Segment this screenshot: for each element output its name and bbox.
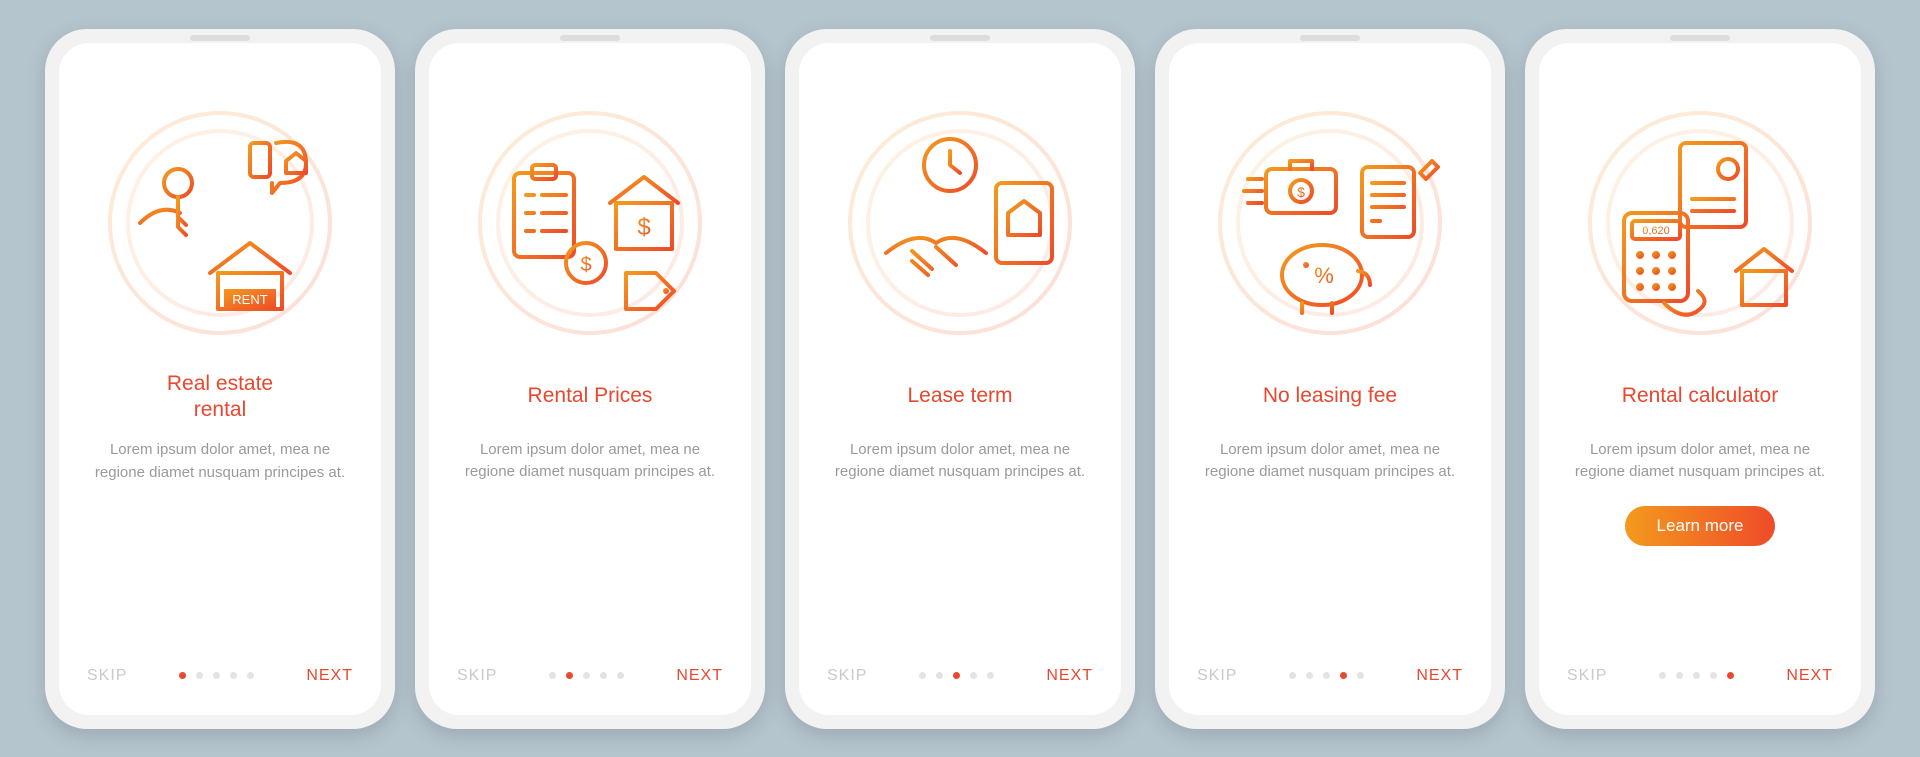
- next-button[interactable]: NEXT: [1046, 667, 1093, 685]
- dot[interactable]: [1693, 672, 1700, 679]
- dot[interactable]: [1357, 672, 1364, 679]
- dot[interactable]: [987, 672, 994, 679]
- dot[interactable]: [936, 672, 943, 679]
- next-button[interactable]: NEXT: [306, 667, 353, 685]
- dot[interactable]: [1306, 672, 1313, 679]
- dot[interactable]: [213, 672, 220, 679]
- dot[interactable]: [600, 672, 607, 679]
- phone-frame: $ $ Rental Prices Lorem ipsum dolor amet…: [415, 29, 765, 729]
- screen-title: Rental Prices: [528, 371, 653, 423]
- next-button[interactable]: NEXT: [1786, 667, 1833, 685]
- rental-prices-icon: $ $: [470, 103, 710, 343]
- pagination-dots: [1659, 672, 1734, 679]
- dot[interactable]: [919, 672, 926, 679]
- dot[interactable]: [230, 672, 237, 679]
- onboarding-screen-rental-calculator: 0,620 Rental calculator Lorem ipsum dolo…: [1539, 43, 1861, 715]
- onboarding-screen-rental-prices: $ $ Rental Prices Lorem ipsum dolor amet…: [429, 43, 751, 715]
- dot[interactable]: [179, 672, 186, 679]
- nav-bar: SKIP NEXT: [1567, 667, 1833, 685]
- dot[interactable]: [1676, 672, 1683, 679]
- dot[interactable]: [247, 672, 254, 679]
- nav-bar: SKIP NEXT: [87, 667, 353, 685]
- onboarding-screen-real-estate: RENT Real estate rental Lorem ipsum dolo…: [59, 43, 381, 715]
- svg-text:$: $: [637, 214, 650, 241]
- nav-bar: SKIP NEXT: [457, 667, 723, 685]
- no-leasing-fee-icon: $ %: [1210, 103, 1450, 343]
- skip-button[interactable]: SKIP: [457, 667, 497, 685]
- dot[interactable]: [1340, 672, 1347, 679]
- dot[interactable]: [583, 672, 590, 679]
- dot[interactable]: [549, 672, 556, 679]
- dot[interactable]: [196, 672, 203, 679]
- screen-description: Lorem ipsum dolor amet, mea ne regione d…: [90, 439, 350, 484]
- phone-frame: Lease term Lorem ipsum dolor amet, mea n…: [785, 29, 1135, 729]
- calculator-display: 0,620: [1642, 225, 1670, 237]
- pagination-dots: [919, 672, 994, 679]
- screen-description: Lorem ipsum dolor amet, mea ne regione d…: [1200, 439, 1460, 484]
- onboarding-screen-no-leasing-fee: $ % No leasing fee: [1169, 43, 1491, 715]
- phone-frame: 0,620 Rental calculator Lorem ipsum dolo…: [1525, 29, 1875, 729]
- dot[interactable]: [1323, 672, 1330, 679]
- dot[interactable]: [1727, 672, 1734, 679]
- svg-text:$: $: [580, 254, 591, 276]
- screen-title: Real estate rental: [167, 371, 273, 424]
- onboarding-screen-lease-term: Lease term Lorem ipsum dolor amet, mea n…: [799, 43, 1121, 715]
- rent-sign-text: RENT: [232, 292, 267, 307]
- skip-button[interactable]: SKIP: [1567, 667, 1607, 685]
- rental-calculator-icon: 0,620: [1580, 103, 1820, 343]
- phone-frame: RENT Real estate rental Lorem ipsum dolo…: [45, 29, 395, 729]
- lease-term-icon: [840, 103, 1080, 343]
- screen-title: No leasing fee: [1263, 371, 1397, 423]
- dot[interactable]: [566, 672, 573, 679]
- screen-description: Lorem ipsum dolor amet, mea ne regione d…: [460, 439, 720, 484]
- next-button[interactable]: NEXT: [1416, 667, 1463, 685]
- next-button[interactable]: NEXT: [676, 667, 723, 685]
- real-estate-rental-icon: RENT: [100, 103, 340, 343]
- screen-title: Lease term: [907, 371, 1012, 423]
- nav-bar: SKIP NEXT: [1197, 667, 1463, 685]
- pagination-dots: [1289, 672, 1364, 679]
- learn-more-button[interactable]: Learn more: [1625, 506, 1776, 546]
- svg-text:%: %: [1314, 263, 1334, 288]
- dot[interactable]: [970, 672, 977, 679]
- screen-title: Rental calculator: [1622, 371, 1778, 423]
- dot[interactable]: [1710, 672, 1717, 679]
- skip-button[interactable]: SKIP: [1197, 667, 1237, 685]
- onboarding-screens-row: RENT Real estate rental Lorem ipsum dolo…: [45, 29, 1875, 729]
- nav-bar: SKIP NEXT: [827, 667, 1093, 685]
- dot[interactable]: [953, 672, 960, 679]
- skip-button[interactable]: SKIP: [827, 667, 867, 685]
- pagination-dots: [549, 672, 624, 679]
- phone-frame: $ % No leasing fee: [1155, 29, 1505, 729]
- dot[interactable]: [1659, 672, 1666, 679]
- svg-text:$: $: [1297, 184, 1305, 200]
- dot[interactable]: [617, 672, 624, 679]
- dot[interactable]: [1289, 672, 1296, 679]
- screen-description: Lorem ipsum dolor amet, mea ne regione d…: [830, 439, 1090, 484]
- pagination-dots: [179, 672, 254, 679]
- screen-description: Lorem ipsum dolor amet, mea ne regione d…: [1570, 439, 1830, 484]
- skip-button[interactable]: SKIP: [87, 667, 127, 685]
